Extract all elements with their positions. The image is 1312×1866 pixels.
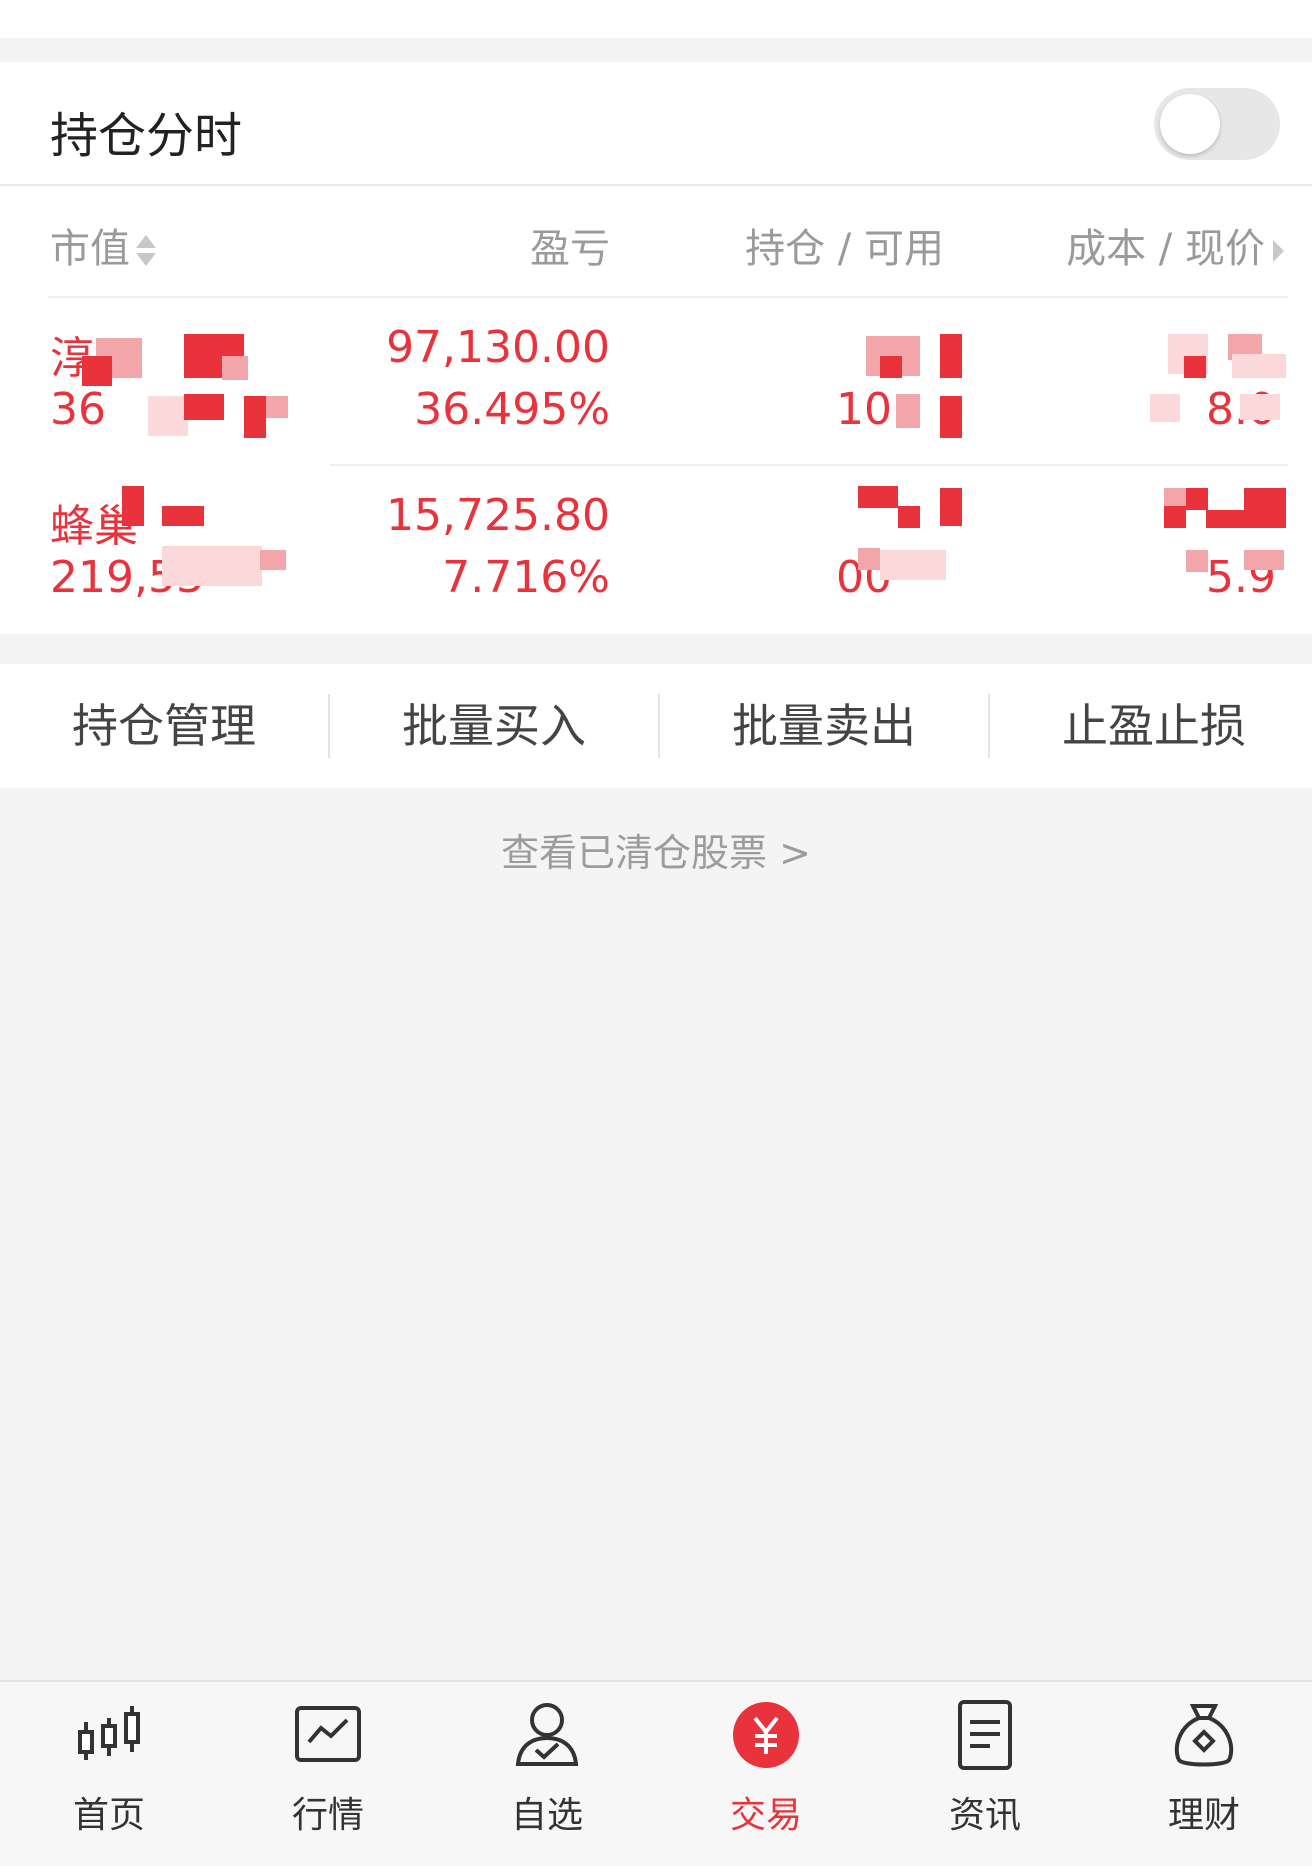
holding-timeshare-header: 持仓分时: [0, 62, 1312, 186]
tab-market[interactable]: 行情: [219, 1682, 437, 1866]
market-value: 36: [50, 384, 106, 435]
column-cost-price[interactable]: 成本 / 现价: [1066, 216, 1284, 274]
holding-timeshare-toggle[interactable]: [1154, 88, 1280, 160]
position-available: 10: [836, 384, 892, 435]
batch-buy-button[interactable]: 批量买入: [330, 664, 658, 788]
chevron-right-icon[interactable]: [1273, 240, 1284, 262]
chart-icon: [295, 1706, 361, 1762]
take-profit-stop-loss-button[interactable]: 止盈止损: [990, 664, 1312, 788]
yen-icon: [733, 1702, 799, 1768]
column-cost-price-label: 成本 / 现价: [1066, 226, 1265, 272]
tab-watchlist[interactable]: 自选: [438, 1682, 656, 1866]
table-header: 市值 盈亏 持仓 / 可用 成本 / 现价: [0, 186, 1312, 296]
tab-wealth[interactable]: 理财: [1095, 1682, 1312, 1866]
tab-label: 资讯: [948, 1795, 1021, 1836]
tab-label: 理财: [1167, 1795, 1240, 1836]
batch-sell-button[interactable]: 批量卖出: [660, 664, 988, 788]
tab-label: 交易: [729, 1795, 802, 1836]
person-check-icon: [515, 1703, 579, 1766]
bottom-tab-bar: 首页 行情 自选 交易 资讯 理财: [0, 1680, 1312, 1866]
candlestick-icon: [78, 1706, 140, 1760]
table-row[interactable]: 蜂巢 219,53 15,725.80 7.716% 00 5.9: [0, 466, 1312, 634]
tab-label: 首页: [72, 1795, 145, 1836]
money-bag-icon: [1174, 1704, 1234, 1767]
tab-label: 行情: [291, 1795, 364, 1836]
position-actions-bar: 持仓管理 批量买入 批量卖出 止盈止损: [0, 664, 1312, 788]
pnl-percent: 36.495%: [414, 384, 610, 435]
pnl-amount: 15,725.80: [386, 490, 610, 541]
table-row[interactable]: 淳 36 97,130.00 36.495% 10 8.0: [0, 298, 1312, 466]
position-management-button[interactable]: 持仓管理: [0, 664, 328, 788]
pnl-percent: 7.716%: [442, 552, 610, 603]
tab-home[interactable]: 首页: [0, 1682, 218, 1866]
pnl-amount: 97,130.00: [386, 322, 610, 373]
sort-icon[interactable]: [136, 231, 156, 271]
top-strip: [0, 0, 1312, 38]
tab-trade[interactable]: 交易: [657, 1682, 875, 1866]
tab-news[interactable]: 资讯: [876, 1682, 1094, 1866]
column-position-available: 持仓 / 可用: [745, 226, 944, 272]
column-market-value[interactable]: 市值: [50, 216, 156, 274]
document-icon: [958, 1700, 1012, 1770]
tab-label: 自选: [510, 1795, 583, 1836]
holdings-table: 市值 盈亏 持仓 / 可用 成本 / 现价 淳 36 97,130.00 36.…: [0, 186, 1312, 634]
view-cleared-stocks-link[interactable]: 查看已清仓股票 >: [0, 822, 1312, 877]
column-market-value-label: 市值: [50, 226, 130, 272]
toggle-knob: [1160, 94, 1220, 154]
column-profit-loss: 盈亏: [530, 226, 610, 272]
holding-timeshare-title: 持仓分时: [50, 108, 243, 164]
